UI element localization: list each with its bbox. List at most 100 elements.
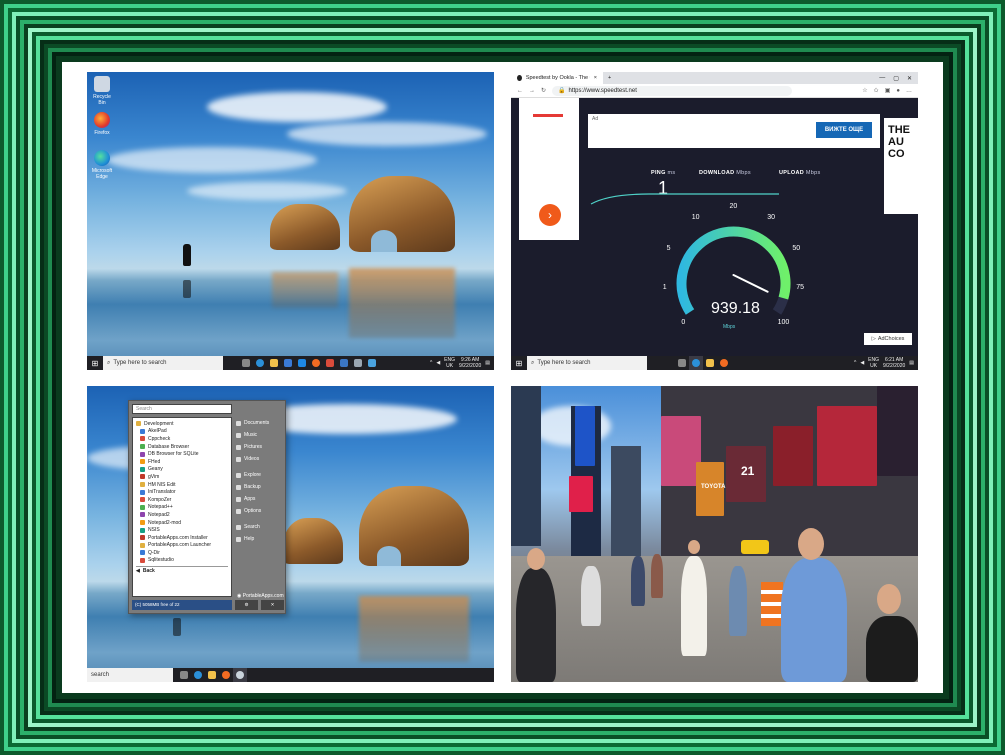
chevron-up-icon[interactable]: ^	[430, 360, 432, 366]
ad-cta-button[interactable]: ВИЖТЕ ОЩЕ	[816, 122, 872, 138]
app-list-item[interactable]: PortableApps.com Launcher	[136, 542, 228, 550]
notifications-icon[interactable]: ▤	[909, 360, 914, 366]
app-list-item[interactable]: Q-Dir	[136, 549, 228, 557]
favorites-icon[interactable]: ✩	[874, 87, 879, 94]
taskbar-app-photos[interactable]	[365, 356, 379, 370]
back-button[interactable]: ◀ Back	[136, 566, 228, 574]
tray-language[interactable]: ENG UK	[444, 357, 455, 369]
start-button[interactable]: ⊞	[87, 356, 103, 370]
chevron-up-icon[interactable]: ^	[854, 360, 856, 366]
app-list-item[interactable]: Notepad2-mod	[136, 519, 228, 527]
favorite-icon[interactable]: ☆	[862, 87, 867, 94]
menu-link-backup[interactable]: Backup	[236, 481, 284, 493]
taskbar-app-mail[interactable]	[295, 356, 309, 370]
taskbar-app-firefox[interactable]	[717, 356, 731, 370]
menu-link-explore[interactable]: Explore	[236, 469, 284, 481]
close-window-icon[interactable]: ✕	[907, 75, 912, 82]
taskbar-app-firefox[interactable]	[309, 356, 323, 370]
menu-link-documents[interactable]: Documents	[236, 417, 284, 429]
mail-icon	[298, 359, 306, 367]
app-list-item[interactable]: IniTranslator	[136, 488, 228, 496]
app-list-item[interactable]: NSIS	[136, 526, 228, 534]
notifications-icon[interactable]: ▤	[485, 360, 490, 366]
app-name: Q-Dir	[148, 549, 160, 556]
maximize-icon[interactable]: ▢	[893, 75, 899, 82]
app-list-item[interactable]: Database Browser	[136, 443, 228, 451]
app-icon	[140, 451, 145, 457]
taskbar-search-box[interactable]: ⌕ Type here to search	[103, 356, 223, 370]
app-list-item[interactable]: Notepad2	[136, 511, 228, 519]
edge-icon	[94, 150, 110, 166]
speaker-icon[interactable]: ◀	[860, 360, 864, 366]
tray-clock[interactable]: 9:26 AM 9/22/2020	[459, 357, 481, 369]
taskbar-app-edge[interactable]	[689, 356, 703, 370]
side-ad[interactable]: THE AU CO	[884, 118, 918, 214]
app-list-item[interactable]: Cppcheck	[136, 435, 228, 443]
tray-clock[interactable]: 6:21 AM 9/22/2020	[883, 357, 905, 369]
app-list-item[interactable]: AkelPad	[136, 428, 228, 436]
taskbar-app-firefox[interactable]	[219, 668, 233, 682]
taskbar-search-box[interactable]: ⌕ Type here to search	[527, 356, 647, 370]
menu-link-videos[interactable]: Videos	[236, 453, 284, 465]
taskbar-app-edge[interactable]	[191, 668, 205, 682]
desktop-icon-firefox[interactable]: Firefox	[89, 112, 115, 136]
app-list-item[interactable]: KompoZer	[136, 496, 228, 504]
app-icon	[140, 527, 145, 533]
taskbar-search-box[interactable]: search	[87, 668, 173, 682]
minimize-icon[interactable]: —	[879, 75, 885, 82]
task-view-button[interactable]	[177, 668, 191, 682]
start-button[interactable]: ⊞	[511, 356, 527, 370]
forward-icon[interactable]: →	[529, 88, 535, 94]
task-view-button[interactable]	[675, 356, 689, 370]
building	[611, 446, 641, 556]
app-list-item[interactable]: FHed	[136, 458, 228, 466]
menu-link-help[interactable]: Help	[236, 533, 284, 545]
taskbar-app-edge[interactable]	[253, 356, 267, 370]
back-icon[interactable]: ←	[517, 88, 523, 94]
taskbar-app-explorer[interactable]	[205, 668, 219, 682]
menu-search-input[interactable]: Search	[132, 404, 232, 414]
taskbar-app-store[interactable]	[281, 356, 295, 370]
taskbar-app-notes[interactable]	[351, 356, 365, 370]
browser-tab[interactable]: Speedtest by Ookla - The Global ×	[511, 72, 603, 84]
app-list-item[interactable]: DB Browser for SQLite	[136, 450, 228, 458]
profile-icon[interactable]: ●	[896, 88, 900, 94]
firefox-icon	[222, 671, 230, 679]
taskbar-app-chart[interactable]	[323, 356, 337, 370]
speaker-icon[interactable]: ◀	[436, 360, 440, 366]
refresh-icon[interactable]: ↻	[541, 87, 546, 94]
app-list-item[interactable]: gVim	[136, 473, 228, 481]
url-field[interactable]: 🔒 https://www.speedtest.net	[552, 85, 793, 96]
taskbar-app-monitor[interactable]	[337, 356, 351, 370]
taskbar-app-portableapps[interactable]	[233, 668, 247, 682]
options-button[interactable]: ⚙	[235, 600, 258, 610]
go-arrow-button[interactable]: ›	[539, 204, 561, 226]
banner-ad[interactable]: Ad ВИЖТЕ ОЩЕ	[588, 114, 880, 148]
category-folder[interactable]: Development	[136, 420, 228, 428]
desktop-icon-edge[interactable]: Microsoft Edge	[89, 150, 115, 180]
taskbar-app-explorer[interactable]	[703, 356, 717, 370]
new-tab-icon[interactable]: +	[603, 75, 611, 81]
collections-icon[interactable]: ▣	[885, 87, 891, 94]
menu-link-music[interactable]: Music	[236, 429, 284, 441]
app-name: NSIS	[148, 527, 160, 534]
desktop-icon-recycle-bin[interactable]: Recycle Bin	[89, 76, 115, 106]
app-list-item[interactable]: HM NIS Edit	[136, 481, 228, 489]
taskbar-app-explorer[interactable]	[267, 356, 281, 370]
app-list-item[interactable]: Notepad++	[136, 504, 228, 512]
menu-link-options[interactable]: Options	[236, 505, 284, 517]
close-icon[interactable]: ×	[594, 75, 597, 81]
adchoices-button[interactable]: ▷ AdChoices	[864, 333, 912, 345]
tray-language[interactable]: ENG UK	[868, 357, 879, 369]
menu-link-pictures[interactable]: Pictures	[236, 441, 284, 453]
menu-link-search[interactable]: Search	[236, 521, 284, 533]
app-list-item[interactable]: PortableApps.com Installer	[136, 534, 228, 542]
folder-icon	[208, 671, 216, 679]
app-list-item[interactable]: Sqlitestudio	[136, 557, 228, 565]
menu-link-apps[interactable]: Apps	[236, 493, 284, 505]
chevron-right-icon: ›	[548, 208, 552, 222]
app-list-item[interactable]: Geany	[136, 466, 228, 474]
task-view-button[interactable]	[239, 356, 253, 370]
more-icon[interactable]: …	[906, 88, 918, 94]
close-menu-button[interactable]: ✕	[261, 600, 284, 610]
